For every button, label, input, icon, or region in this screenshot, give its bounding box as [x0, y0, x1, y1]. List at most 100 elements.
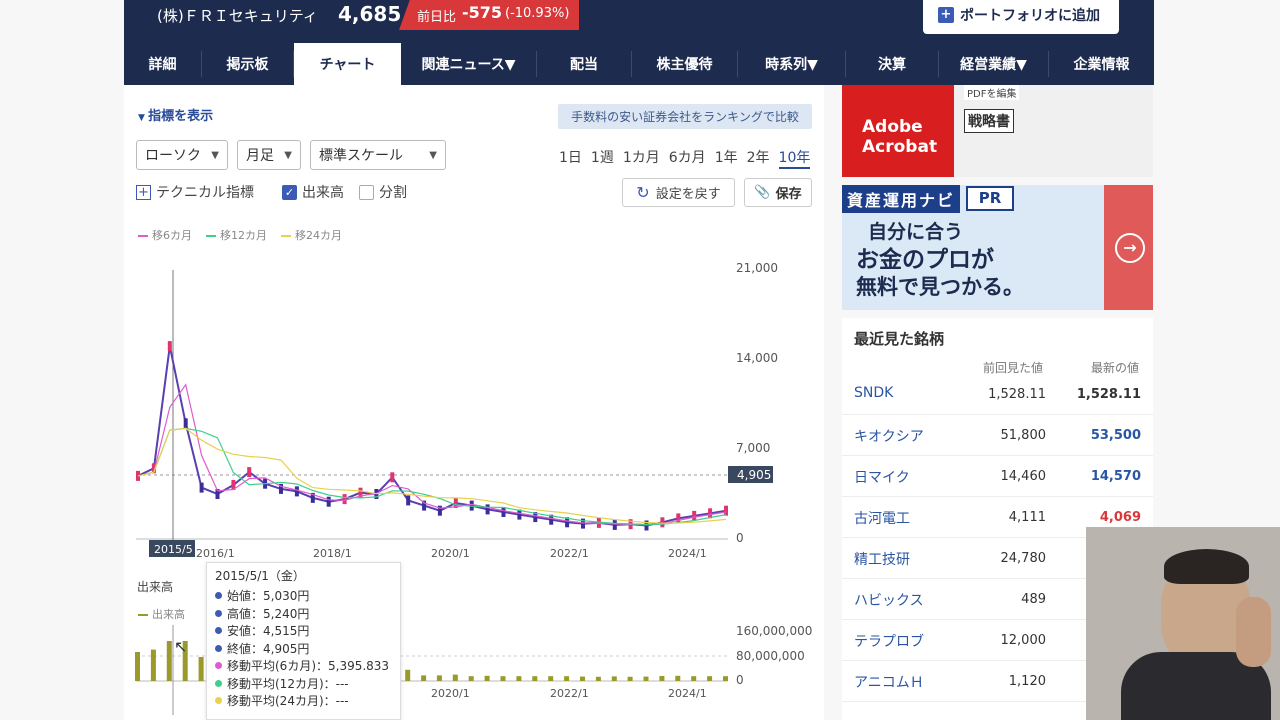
- tab-news[interactable]: 関連ニュース▼: [401, 51, 537, 77]
- ad2-pr: PR: [966, 186, 1014, 211]
- chart-type-select[interactable]: ローソク ▼: [136, 140, 228, 170]
- recent-stock-row[interactable]: SNDK 1,528.11 1,528.11: [842, 374, 1153, 415]
- vol-x-tick-2020: 2020/1: [431, 687, 470, 700]
- recent-title: 最近見た銘柄: [854, 330, 945, 348]
- volume-checkbox[interactable]: ✓ 出来高: [282, 182, 344, 202]
- tooltip-low: 安値：4,515円: [215, 622, 392, 640]
- price-candle: [183, 418, 188, 429]
- recent-stock-name[interactable]: SNDK: [854, 385, 893, 401]
- volume-check-label: 出来高: [302, 185, 344, 201]
- arrow-right-icon[interactable]: →: [1115, 233, 1145, 263]
- volume-bar: [595, 676, 601, 681]
- plus-square-icon: +: [136, 184, 151, 200]
- tooltip-ma6: 移動平均(6カ月)：5,395.833: [215, 657, 392, 675]
- volume-bar: [675, 675, 681, 681]
- x-tick-2022: 2022/1: [550, 547, 589, 560]
- tab-chart[interactable]: チャート: [294, 43, 401, 85]
- legend-ma12: 移12カ月: [206, 227, 267, 243]
- period-1y[interactable]: 1年: [715, 147, 738, 169]
- volume-bar: [611, 676, 617, 681]
- period-1d[interactable]: 1日: [559, 147, 582, 169]
- tab-dividend[interactable]: 配当: [537, 51, 632, 77]
- tooltip-date: 2015/5/1（金）: [215, 569, 305, 583]
- price-candle: [612, 519, 617, 530]
- tab-history[interactable]: 時系列▼: [738, 51, 846, 77]
- scale-value: 標準スケール: [319, 148, 403, 164]
- recent-stock-last: 53,500: [1090, 428, 1141, 443]
- tab-company[interactable]: 企業情報: [1049, 51, 1154, 77]
- x-tick-2024: 2024/1: [668, 547, 707, 560]
- volume-bar: [580, 676, 585, 681]
- legend-ma6: 移6カ月: [138, 227, 192, 243]
- technical-indicator-button[interactable]: + テクニカル指標: [136, 182, 254, 202]
- save-label: 保存: [775, 187, 802, 202]
- tab-board[interactable]: 掲示板: [202, 51, 294, 77]
- recent-stock-name[interactable]: テラプロブ: [854, 631, 924, 651]
- volume-bar: [421, 675, 427, 681]
- tab-benefit[interactable]: 株主優待: [632, 51, 738, 77]
- reset-settings-button[interactable]: ↻ 設定を戻す: [622, 178, 735, 207]
- price-candle: [501, 507, 506, 517]
- price-series: [136, 341, 728, 531]
- presenter-hand: [1236, 597, 1271, 667]
- webcam-overlay: [1086, 527, 1280, 720]
- period-2y[interactable]: 2年: [747, 147, 770, 169]
- change-value: -575: [462, 3, 503, 22]
- split-check-label: 分割: [379, 185, 407, 201]
- adobe-ad[interactable]: Adobe Acrobat PDFを編集 戦略書: [842, 85, 1153, 177]
- broker-ranking-link[interactable]: 手数料の安い証券会社をランキングで比較: [558, 104, 812, 129]
- price-candle: [660, 517, 665, 528]
- recent-stock-name[interactable]: 精工技研: [854, 549, 910, 569]
- checkbox-checked-icon: ✓: [282, 184, 297, 200]
- scale-select[interactable]: 標準スケール ▼: [310, 140, 446, 170]
- price-candle: [294, 486, 299, 497]
- indicator-toggle[interactable]: ▼ 指標を表示: [138, 105, 213, 124]
- tab-detail[interactable]: 詳細: [124, 51, 202, 77]
- split-checkbox[interactable]: 分割: [359, 182, 407, 202]
- period-1m[interactable]: 1カ月: [623, 147, 660, 169]
- recent-stock-prev: 12,000: [1000, 633, 1047, 648]
- period-6m[interactable]: 6カ月: [669, 147, 706, 169]
- volume-bar: [468, 676, 474, 681]
- ad-pdf-label: PDFを編集: [964, 85, 1020, 100]
- ad-brand: Adobe Acrobat: [842, 85, 954, 177]
- recent-stock-name[interactable]: 古河電工: [854, 508, 910, 528]
- x-tick-2018: 2018/1: [313, 547, 352, 560]
- tab-performance[interactable]: 経営業績▼: [939, 51, 1049, 77]
- volume-bar: [627, 676, 633, 681]
- price-candle: [326, 496, 331, 507]
- vol-x-tick-2022: 2022/1: [550, 687, 589, 700]
- indicator-toggle-label: 指標を表示: [148, 109, 214, 124]
- tooltip-ma12: 移動平均(12カ月)：---: [215, 675, 392, 693]
- tooltip-high: 高値：5,240円: [215, 605, 392, 623]
- recent-stock-prev: 1,120: [1008, 674, 1046, 689]
- volume-bar: [166, 641, 172, 681]
- asset-navi-ad[interactable]: 資産運用ナビ PR 自分に合う お金のプロが 無料で見つかる。 →: [842, 185, 1153, 310]
- recent-stock-name[interactable]: 日マイク: [854, 467, 910, 487]
- price-tick-21000: 21,000: [736, 261, 778, 275]
- recent-stock-prev: 51,800: [1000, 428, 1047, 443]
- add-portfolio-button[interactable]: + ポートフォリオに追加: [923, 0, 1119, 34]
- paperclip-icon: 📎: [754, 185, 771, 200]
- recent-stock-name[interactable]: アニコムＨ: [854, 672, 924, 692]
- period-10y[interactable]: 10年: [778, 147, 811, 169]
- period-1w[interactable]: 1週: [591, 147, 614, 169]
- tooltip-ma24: 移動平均(24カ月)：---: [215, 692, 392, 710]
- price-candle: [485, 504, 490, 515]
- ma-legend: 移6カ月 移12カ月 移24カ月: [138, 227, 342, 243]
- ad2-badge: 資産運用ナビ: [842, 185, 961, 213]
- technical-label: テクニカル指標: [156, 185, 254, 201]
- recent-stock-name[interactable]: ハビックス: [854, 590, 924, 610]
- recent-stock-row[interactable]: 日マイク 14,460 14,570: [842, 456, 1153, 497]
- change-percent: (-10.93%): [505, 6, 570, 21]
- tab-earnings[interactable]: 決算: [846, 51, 939, 77]
- recent-stock-name[interactable]: キオクシア: [854, 426, 924, 446]
- recent-stock-row[interactable]: キオクシア 51,800 53,500: [842, 415, 1153, 456]
- volume-bar: [500, 676, 506, 681]
- recent-stock-prev: 14,460: [1000, 469, 1047, 484]
- save-button[interactable]: 📎 保存: [744, 178, 812, 207]
- interval-select[interactable]: 月足 ▼: [237, 140, 301, 170]
- volume-bar: [564, 676, 570, 681]
- volume-bar: [484, 675, 490, 681]
- price-candle: [692, 510, 697, 521]
